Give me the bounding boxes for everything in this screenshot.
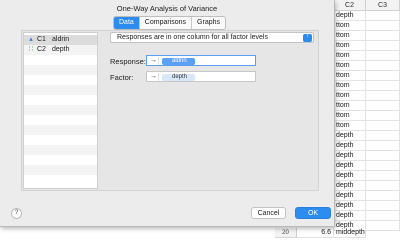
list-stripe <box>24 125 97 135</box>
worksheet-cell[interactable]: depth <box>334 131 366 141</box>
list-stripe <box>24 85 97 95</box>
worksheet-cell[interactable]: ttom <box>334 71 366 81</box>
worksheet-cell[interactable] <box>366 21 400 31</box>
response-field[interactable]: → aldrin <box>146 55 256 66</box>
worksheet-cell[interactable] <box>366 151 400 161</box>
tab-comparisons[interactable]: Comparisons <box>140 17 193 29</box>
data-layout-value: Responses are in one column for all fact… <box>117 34 268 41</box>
worksheet-cell[interactable]: depth <box>334 141 366 151</box>
factor-variable-token[interactable]: depth <box>162 74 196 81</box>
cancel-button[interactable]: Cancel <box>251 207 286 219</box>
variable-item-c1[interactable]: ▴ C1 aldrin <box>24 35 97 45</box>
list-stripe <box>24 105 97 115</box>
worksheet-cell[interactable]: ttom <box>334 51 366 61</box>
worksheet-cell[interactable]: ttom <box>334 21 366 31</box>
worksheet-cell[interactable] <box>366 171 400 181</box>
variable-list[interactable]: ▴ C1 aldrin ∷ C2 depth <box>23 32 98 189</box>
worksheet-cell[interactable]: ttom <box>334 81 366 91</box>
factor-label: Factor: <box>110 73 134 82</box>
list-stripe <box>24 65 97 75</box>
field-divider <box>158 57 159 65</box>
list-stripe <box>24 95 97 105</box>
text-column-icon: ∷ <box>28 46 34 53</box>
worksheet-cell[interactable]: depth <box>334 11 366 21</box>
worksheet-cell[interactable]: depth <box>334 201 366 211</box>
worksheet-cell[interactable]: ttom <box>334 31 366 41</box>
tab-bar: Data Comparisons Graphs <box>113 16 227 30</box>
worksheet-cell[interactable]: ttom <box>334 91 366 101</box>
worksheet-cell[interactable]: ttom <box>334 121 366 131</box>
worksheet-cell[interactable]: ttom <box>334 41 366 51</box>
worksheet-cell[interactable]: ttom <box>334 101 366 111</box>
column-header-c2[interactable]: C2 <box>334 0 366 11</box>
variable-name: depth <box>52 46 70 53</box>
list-stripe <box>24 145 97 155</box>
ok-button[interactable]: OK <box>295 207 331 219</box>
data-layout-select[interactable]: Responses are in one column for all fact… <box>110 32 314 43</box>
response-label: Response: <box>110 57 146 66</box>
worksheet-cell[interactable]: 6.6 <box>297 228 334 238</box>
worksheet-cell[interactable] <box>366 211 400 221</box>
worksheet-cell[interactable] <box>366 51 400 61</box>
worksheet-cell[interactable] <box>366 101 400 111</box>
worksheet-cell[interactable] <box>366 131 400 141</box>
worksheet-cell[interactable]: depth <box>334 211 366 221</box>
worksheet-cell[interactable] <box>366 111 400 121</box>
response-variable-token[interactable]: aldrin <box>162 58 195 65</box>
worksheet-cell[interactable] <box>366 141 400 151</box>
tab-data[interactable]: Data <box>114 17 140 29</box>
help-button[interactable]: ? <box>11 208 22 219</box>
worksheet-cell[interactable] <box>366 91 400 101</box>
worksheet-cell[interactable] <box>366 191 400 201</box>
worksheet-cell[interactable] <box>366 41 400 51</box>
one-way-anova-dialog: One-Way Analysis of Variance Data Compar… <box>0 0 335 227</box>
column-header-c3[interactable]: C3 <box>366 0 400 11</box>
variable-column-id: C1 <box>37 36 46 43</box>
row-number[interactable]: 20 <box>275 228 297 238</box>
list-stripe <box>24 155 97 165</box>
list-stripe <box>24 55 97 65</box>
worksheet-cell[interactable] <box>366 161 400 171</box>
variable-column-id: C2 <box>37 46 46 53</box>
worksheet-cell[interactable]: ttom <box>334 111 366 121</box>
chevron-updown-icon: ↕ <box>303 34 312 42</box>
variable-item-c2[interactable]: ∷ C2 depth <box>24 45 97 55</box>
list-stripe <box>24 75 97 85</box>
worksheet-cell[interactable]: depth <box>334 191 366 201</box>
select-arrow-icon[interactable]: → <box>150 72 157 82</box>
worksheet-cell[interactable] <box>366 81 400 91</box>
dialog-title: One-Way Analysis of Variance <box>116 4 218 13</box>
worksheet-cell[interactable]: depth <box>334 171 366 181</box>
list-stripe <box>24 135 97 145</box>
field-divider <box>158 73 159 81</box>
worksheet-cell[interactable] <box>366 11 400 21</box>
worksheet-cell[interactable] <box>366 31 400 41</box>
worksheet-cell[interactable] <box>366 181 400 191</box>
worksheet-cell[interactable]: depth <box>334 181 366 191</box>
variable-name: aldrin <box>52 36 70 43</box>
select-arrow-icon[interactable]: → <box>150 56 157 66</box>
list-stripe <box>24 175 97 185</box>
worksheet-cell[interactable] <box>366 61 400 71</box>
list-stripe <box>24 165 97 175</box>
worksheet-cell[interactable]: middepth <box>334 228 366 238</box>
worksheet-cell[interactable]: depth <box>334 161 366 171</box>
list-stripe <box>24 115 97 125</box>
worksheet-cell[interactable] <box>366 71 400 81</box>
tab-graphs[interactable]: Graphs <box>192 17 225 29</box>
worksheet-cell[interactable] <box>366 121 400 131</box>
worksheet-cell[interactable]: ttom <box>334 61 366 71</box>
factor-field[interactable]: → depth <box>146 71 256 82</box>
worksheet-cell[interactable] <box>366 201 400 211</box>
worksheet-cell[interactable]: depth <box>334 151 366 161</box>
worksheet-cell[interactable] <box>366 221 400 231</box>
numeric-column-icon: ▴ <box>29 36 33 43</box>
